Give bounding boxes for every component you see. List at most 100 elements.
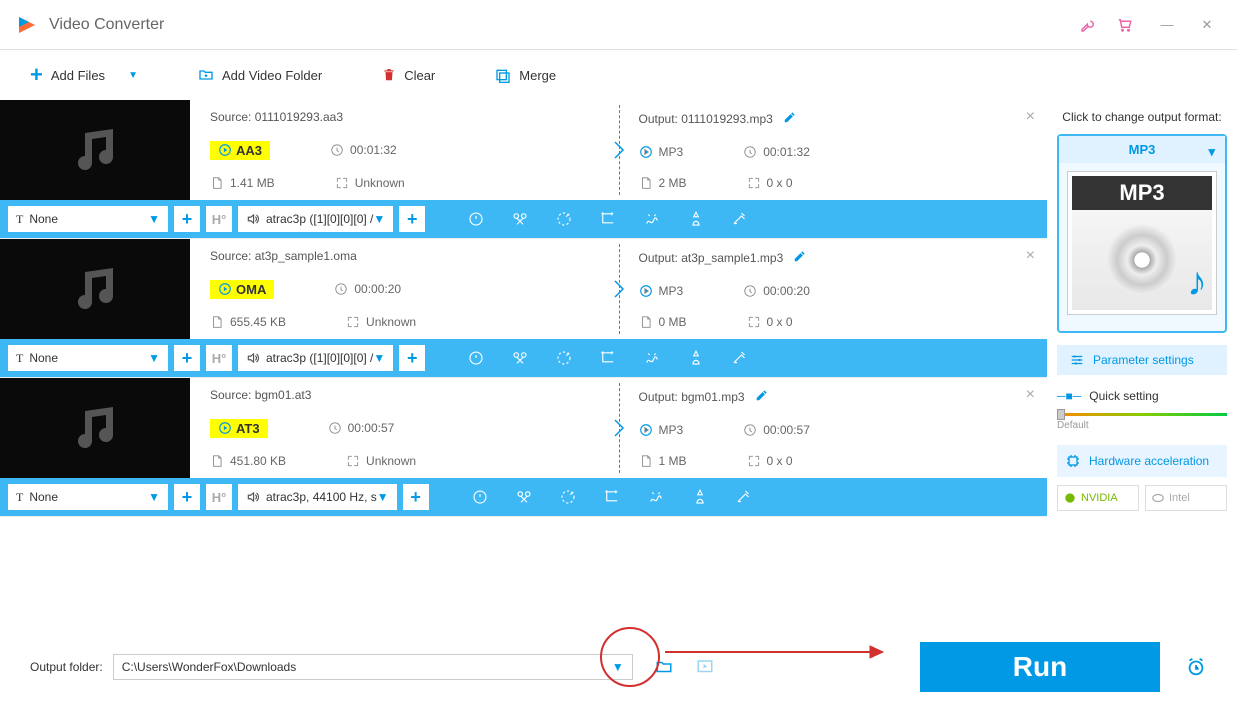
add-folder-label: Add Video Folder <box>222 68 322 83</box>
key-icon[interactable] <box>1078 15 1098 35</box>
edit-tool-3[interactable] <box>589 345 627 371</box>
source-duration: 00:00:57 <box>328 419 395 438</box>
edit-tool-4[interactable] <box>633 345 671 371</box>
nvidia-label: NVIDIA <box>1081 492 1118 504</box>
edit-output-button[interactable] <box>793 249 807 266</box>
bottom-bar: Output folder: C:\Users\WonderFox\Downlo… <box>10 637 1227 697</box>
minimize-button[interactable]: — <box>1152 10 1182 40</box>
music-note-icon: ♪ <box>1187 260 1207 305</box>
add-subtitle-button[interactable]: + <box>174 484 200 510</box>
output-duration: 00:01:32 <box>743 145 810 159</box>
audio-select[interactable]: atrac3p, 44100 Hz, s▼ <box>238 484 397 510</box>
edit-tool-4[interactable] <box>633 206 671 232</box>
add-folder-button[interactable]: Add Video Folder <box>198 67 322 83</box>
output-folder-value: C:\Users\WonderFox\Downloads <box>122 660 297 674</box>
arrow-right-icon <box>613 279 625 299</box>
parameter-settings-button[interactable]: Parameter settings <box>1057 345 1227 375</box>
nvidia-button[interactable]: NVIDIA <box>1057 485 1139 511</box>
close-button[interactable]: ✕ <box>1192 10 1222 40</box>
subtitle-settings-button[interactable]: H° <box>206 206 232 232</box>
edit-tool-2[interactable] <box>545 206 583 232</box>
edit-tool-6[interactable] <box>725 484 763 510</box>
subtitle-select[interactable]: T None▼ <box>8 484 168 510</box>
source-column: Source: at3p_sample1.oma OMA 00:00:20 65… <box>190 239 619 339</box>
add-files-button[interactable]: + Add Files ▼ <box>30 62 138 88</box>
remove-item-button[interactable]: × <box>1026 247 1035 265</box>
add-audio-button[interactable]: + <box>403 484 429 510</box>
edit-tool-1[interactable] <box>501 206 539 232</box>
item-toolbar: T None▼ + H° atrac3p, 44100 Hz, s▼ + <box>0 478 1047 516</box>
arrow-right-icon <box>613 140 625 160</box>
source-filename: Source: bgm01.at3 <box>210 388 599 402</box>
quick-setting-label: Quick setting <box>1089 389 1158 403</box>
source-dimensions: Unknown <box>346 315 416 329</box>
subtitle-settings-button[interactable]: H° <box>206 484 232 510</box>
edit-tool-1[interactable] <box>505 484 543 510</box>
output-size: 0 MB <box>639 315 687 329</box>
quality-slider[interactable]: Default <box>1057 413 1227 431</box>
edit-tool-6[interactable] <box>721 206 759 232</box>
edit-tool-5[interactable] <box>677 206 715 232</box>
source-format-badge: AA3 <box>210 141 270 160</box>
source-format-badge: OMA <box>210 280 274 299</box>
trash-icon <box>382 67 396 83</box>
output-format: MP3 <box>639 423 684 437</box>
app-title: Video Converter <box>49 16 1070 34</box>
hardware-accel-button[interactable]: Hardware acceleration <box>1057 445 1227 477</box>
output-format-selector[interactable]: MP3 ▾ MP3 ♪ <box>1057 134 1227 333</box>
add-audio-button[interactable]: + <box>399 345 425 371</box>
chevron-down-icon: ▼ <box>128 70 138 81</box>
file-list: Source: 0111019293.aa3 AA3 00:01:32 1.41… <box>0 100 1047 620</box>
slider-thumb[interactable] <box>1057 409 1065 420</box>
edit-tool-2[interactable] <box>549 484 587 510</box>
edit-tool-4[interactable] <box>637 484 675 510</box>
format-preview: MP3 ♪ <box>1067 171 1217 315</box>
add-subtitle-button[interactable]: + <box>174 206 200 232</box>
edit-tool-5[interactable] <box>681 484 719 510</box>
clear-button[interactable]: Clear <box>382 67 435 83</box>
edit-tool-3[interactable] <box>593 484 631 510</box>
play-output-button[interactable] <box>695 658 715 676</box>
output-folder-input[interactable]: C:\Users\WonderFox\Downloads ▼ <box>113 654 633 680</box>
add-audio-button[interactable]: + <box>399 206 425 232</box>
edit-tool-0[interactable] <box>457 345 495 371</box>
edit-tool-1[interactable] <box>501 345 539 371</box>
edit-tool-6[interactable] <box>721 345 759 371</box>
edit-tool-2[interactable] <box>545 345 583 371</box>
remove-item-button[interactable]: × <box>1026 108 1035 126</box>
subtitle-select[interactable]: T None▼ <box>8 345 168 371</box>
arrow-right-icon <box>613 418 625 438</box>
add-subtitle-button[interactable]: + <box>174 345 200 371</box>
edit-tool-3[interactable] <box>589 206 627 232</box>
edit-tool-0[interactable] <box>457 206 495 232</box>
source-size: 655.45 KB <box>210 315 286 329</box>
edit-output-button[interactable] <box>783 110 797 127</box>
audio-select[interactable]: atrac3p ([1][0][0][0] / ▼ <box>238 345 393 371</box>
intel-button[interactable]: Intel <box>1145 485 1227 511</box>
remove-item-button[interactable]: × <box>1026 386 1035 404</box>
merge-icon <box>495 67 511 83</box>
sliders-icon <box>1069 353 1085 367</box>
sidebar-title: Click to change output format: <box>1057 110 1227 124</box>
source-column: Source: 0111019293.aa3 AA3 00:01:32 1.41… <box>190 100 619 200</box>
edit-tool-5[interactable] <box>677 345 715 371</box>
audio-select[interactable]: atrac3p ([1][0][0][0] / ▼ <box>238 206 393 232</box>
output-filename: Output: bgm01.mp3 <box>639 388 1028 405</box>
cart-icon[interactable] <box>1114 15 1134 35</box>
run-button[interactable]: Run <box>920 642 1160 692</box>
app-logo <box>15 13 39 37</box>
edit-output-button[interactable] <box>755 388 769 405</box>
output-format: MP3 <box>639 145 684 159</box>
source-filename: Source: 0111019293.aa3 <box>210 110 599 124</box>
chevron-down-icon: ▾ <box>1208 144 1215 160</box>
edit-tool-0[interactable] <box>461 484 499 510</box>
accel-options: NVIDIA Intel <box>1057 485 1227 511</box>
output-folder-label: Output folder: <box>30 660 103 674</box>
output-dimensions: 0 x 0 <box>747 176 793 190</box>
subtitle-select[interactable]: T None▼ <box>8 206 168 232</box>
open-folder-button[interactable] <box>653 658 675 676</box>
merge-button[interactable]: Merge <box>495 67 556 83</box>
alarm-button[interactable] <box>1185 656 1207 678</box>
thumbnail <box>0 378 190 478</box>
subtitle-settings-button[interactable]: H° <box>206 345 232 371</box>
